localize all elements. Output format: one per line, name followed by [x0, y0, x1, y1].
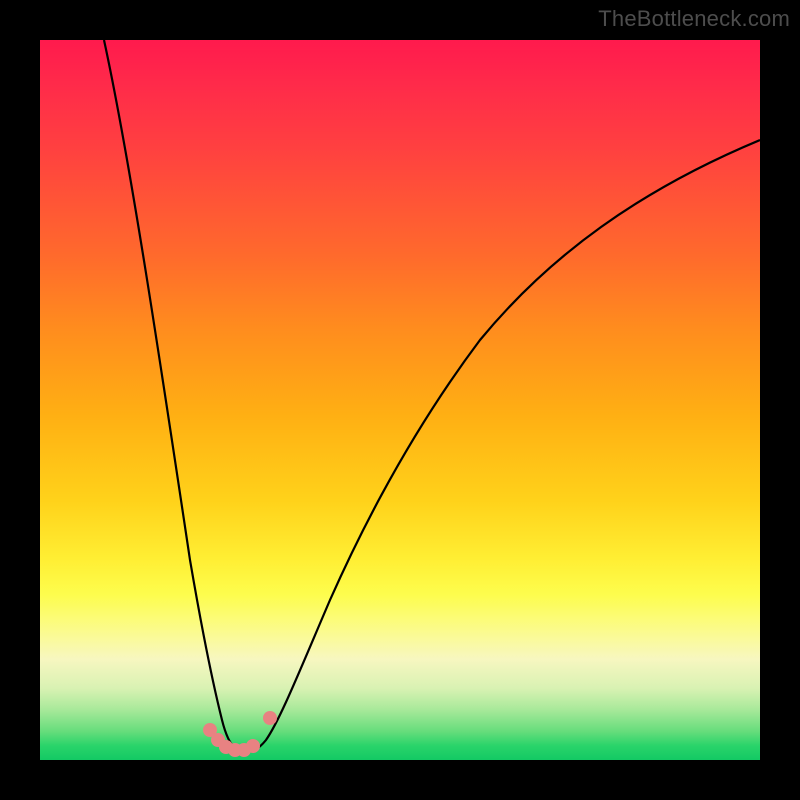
watermark-text: TheBottleneck.com — [598, 6, 790, 32]
marker-dot — [263, 711, 277, 725]
bottleneck-curve-left — [104, 40, 246, 751]
curve-layer — [40, 40, 760, 760]
trough-markers — [203, 711, 277, 757]
bottleneck-curve-right — [246, 140, 760, 751]
marker-dot — [246, 739, 260, 753]
chart-frame: TheBottleneck.com — [0, 0, 800, 800]
plot-area — [40, 40, 760, 760]
